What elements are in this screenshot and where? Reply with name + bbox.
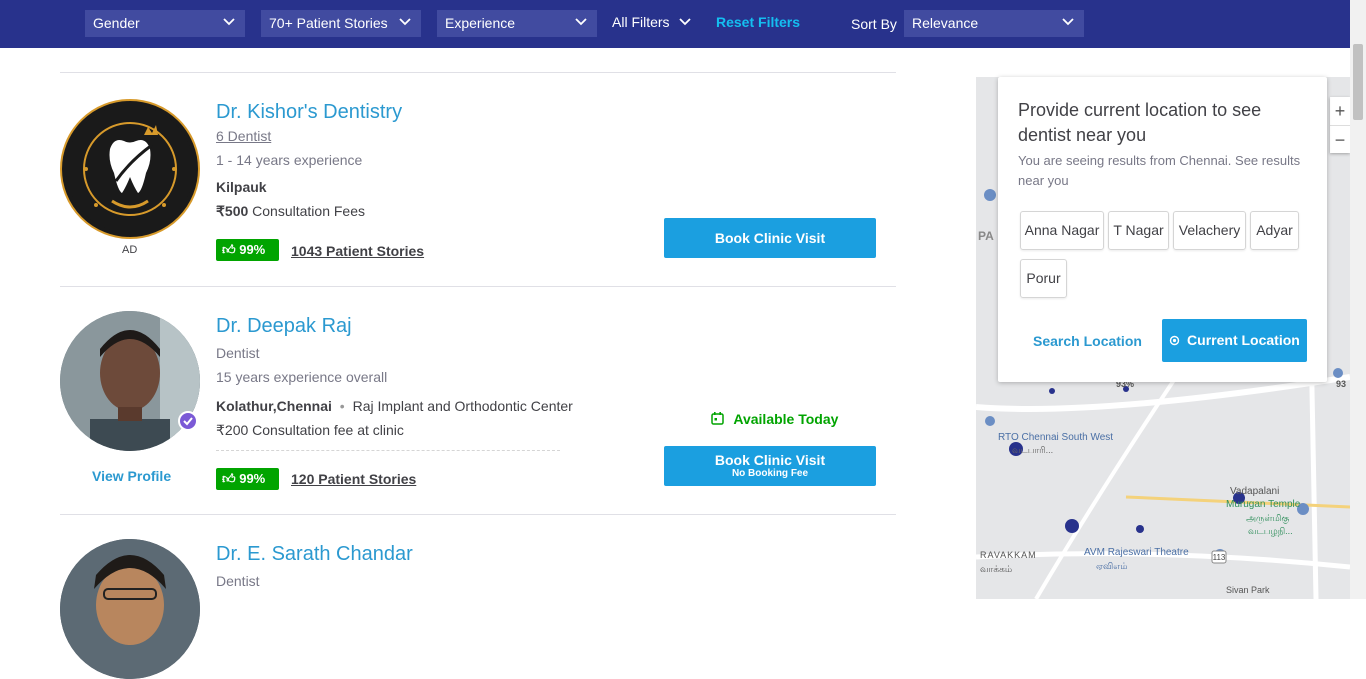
- map-label-sivan-park: Sivan Park: [1226, 585, 1270, 595]
- chevron-down-icon: [399, 18, 411, 26]
- doctor-name-link[interactable]: Dr. Kishor's Dentistry: [216, 101, 402, 124]
- doctor-name-link[interactable]: Dr. E. Sarath Chandar: [216, 543, 413, 566]
- dashed-divider: [216, 450, 560, 451]
- chevron-down-icon: [1062, 18, 1074, 26]
- locality-chip-porur[interactable]: Porur: [1020, 259, 1067, 298]
- sort-by-label: Sort By: [851, 16, 897, 32]
- scrollbar-thumb[interactable]: [1353, 44, 1363, 120]
- view-profile-link[interactable]: View Profile: [92, 468, 171, 484]
- clinic-name: Raj Implant and Orthodontic Center: [352, 398, 573, 414]
- locality-chip-adyar[interactable]: Adyar: [1250, 211, 1299, 250]
- location-clinic-row: Kolathur,Chennai • Raj Implant and Ortho…: [216, 398, 573, 414]
- current-location-button[interactable]: Current Location: [1162, 319, 1307, 362]
- chevron-down-icon: [679, 18, 692, 26]
- doctor-card: AD Dr. Kishor's Dentistry 6 Dentist 1 - …: [60, 73, 896, 286]
- clinic-logo-image: [66, 105, 194, 233]
- ad-label: AD: [122, 244, 138, 256]
- doctor-photo[interactable]: [60, 311, 200, 451]
- thumbs-up-icon: 👍︎: [222, 242, 236, 257]
- experience-dropdown-label: Experience: [445, 15, 516, 31]
- fee-text: ₹200 Consultation fee at clinic: [216, 422, 404, 438]
- verified-icon: [178, 411, 198, 431]
- filter-bar: Gender 70+ Patient Stories Experience Al…: [0, 0, 1350, 48]
- zoom-in-button[interactable]: +: [1330, 97, 1350, 125]
- rating-value: 99%: [239, 471, 266, 486]
- book-clinic-visit-button[interactable]: Book Clinic Visit No Booking Fee: [664, 446, 876, 486]
- specialty-text: Dentist: [216, 345, 260, 361]
- doctor-photo-image: [60, 311, 200, 451]
- fee-label: Consultation Fees: [252, 203, 365, 219]
- experience-text: 1 - 14 years experience: [216, 152, 363, 168]
- availability-label: Available Today: [733, 411, 839, 427]
- specialty-text: Dentist: [216, 573, 260, 589]
- map-label-ravakkam-ta: வாக்கம்: [980, 564, 1013, 574]
- sort-by-dropdown[interactable]: Relevance: [904, 10, 1084, 37]
- doctor-photo-image: [60, 539, 200, 679]
- gender-dropdown[interactable]: Gender: [85, 10, 245, 37]
- availability-status: Available Today: [711, 411, 838, 427]
- location-text: Kolathur,Chennai: [216, 398, 332, 414]
- map-label-vadapalani: Vadapalani: [1230, 486, 1280, 497]
- doctor-name-link[interactable]: Dr. Deepak Raj: [216, 315, 352, 338]
- location-panel-title: Provide current location to see dentist …: [1018, 100, 1262, 145]
- map-label-avm-ta: ஏவிஎம்: [1096, 561, 1128, 571]
- reset-filters-link[interactable]: Reset Filters: [716, 14, 800, 30]
- sort-by-value: Relevance: [912, 15, 979, 31]
- fee-amount: ₹500: [216, 203, 249, 219]
- patient-stories-dropdown[interactable]: 70+ Patient Stories: [261, 10, 421, 37]
- map-pin-percent: 93: [1336, 379, 1347, 389]
- all-filters-label: All Filters: [612, 14, 670, 30]
- current-location-label: Current Location: [1187, 332, 1300, 348]
- rating-value: 99%: [239, 242, 266, 257]
- book-clinic-visit-button[interactable]: Book Clinic Visit: [664, 218, 876, 258]
- patient-stories-link[interactable]: 120 Patient Stories: [291, 471, 416, 487]
- no-booking-fee-label: No Booking Fee: [731, 468, 809, 479]
- chevron-down-icon: [223, 18, 235, 26]
- map-label-rto-ta: வடபாரி...: [1012, 445, 1054, 455]
- separator-dot: •: [339, 398, 345, 414]
- chevron-down-icon: [575, 18, 587, 26]
- locality-chip-velachery[interactable]: Velachery: [1173, 211, 1246, 250]
- doctor-card: Dr. E. Sarath Chandar Dentist: [60, 515, 896, 679]
- doctor-card: View Profile Dr. Deepak Raj Dentist 15 y…: [60, 287, 896, 514]
- doctor-photo[interactable]: [60, 539, 200, 679]
- calendar-icon: [711, 412, 724, 425]
- gender-dropdown-label: Gender: [93, 15, 140, 31]
- fee-text: ₹500 Consultation Fees: [216, 203, 365, 220]
- map-label-murugan: Murugan Temple: [1226, 499, 1301, 510]
- all-filters-button[interactable]: All Filters: [612, 14, 692, 30]
- map-label-murugan-ta: அருள்மிகு: [1246, 513, 1290, 523]
- map-label-ravakkam: RAVAKKAM: [980, 550, 1037, 560]
- book-clinic-visit-label: Book Clinic Visit: [714, 452, 826, 468]
- locality-chip-t-nagar[interactable]: T Nagar: [1108, 211, 1169, 250]
- map-road-number: 113: [1213, 553, 1226, 562]
- map-label-avm: AVM Rajeswari Theatre: [1084, 547, 1189, 558]
- patient-stories-link[interactable]: 1043 Patient Stories: [291, 243, 424, 259]
- map-label-pa: PA: [978, 229, 994, 243]
- location-text: Kilpauk: [216, 179, 267, 195]
- experience-dropdown[interactable]: Experience: [437, 10, 597, 37]
- experience-text: 15 years experience overall: [216, 369, 388, 385]
- rating-badge: 👍︎ 99%: [216, 239, 279, 261]
- thumbs-up-icon: 👍︎: [222, 471, 236, 486]
- rating-badge: 👍︎ 99%: [216, 468, 279, 490]
- locate-icon: [1169, 335, 1180, 346]
- map-label-rto: RTO Chennai South West: [998, 432, 1114, 443]
- map-zoom-controls: + −: [1330, 97, 1350, 153]
- search-location-link[interactable]: Search Location: [1033, 333, 1142, 349]
- map-label-murugan-ta-2: வடபழநி...: [1248, 526, 1293, 536]
- locality-chip-anna-nagar[interactable]: Anna Nagar: [1020, 211, 1104, 250]
- clinic-logo[interactable]: [60, 99, 200, 239]
- specialty-link[interactable]: 6 Dentist: [216, 128, 271, 144]
- zoom-out-button[interactable]: −: [1330, 125, 1350, 153]
- location-panel: Provide current location to see dentist …: [998, 77, 1327, 382]
- patient-stories-dropdown-label: 70+ Patient Stories: [269, 15, 388, 31]
- location-panel-subtitle: You are seeing results from Chennai. See…: [1018, 153, 1301, 188]
